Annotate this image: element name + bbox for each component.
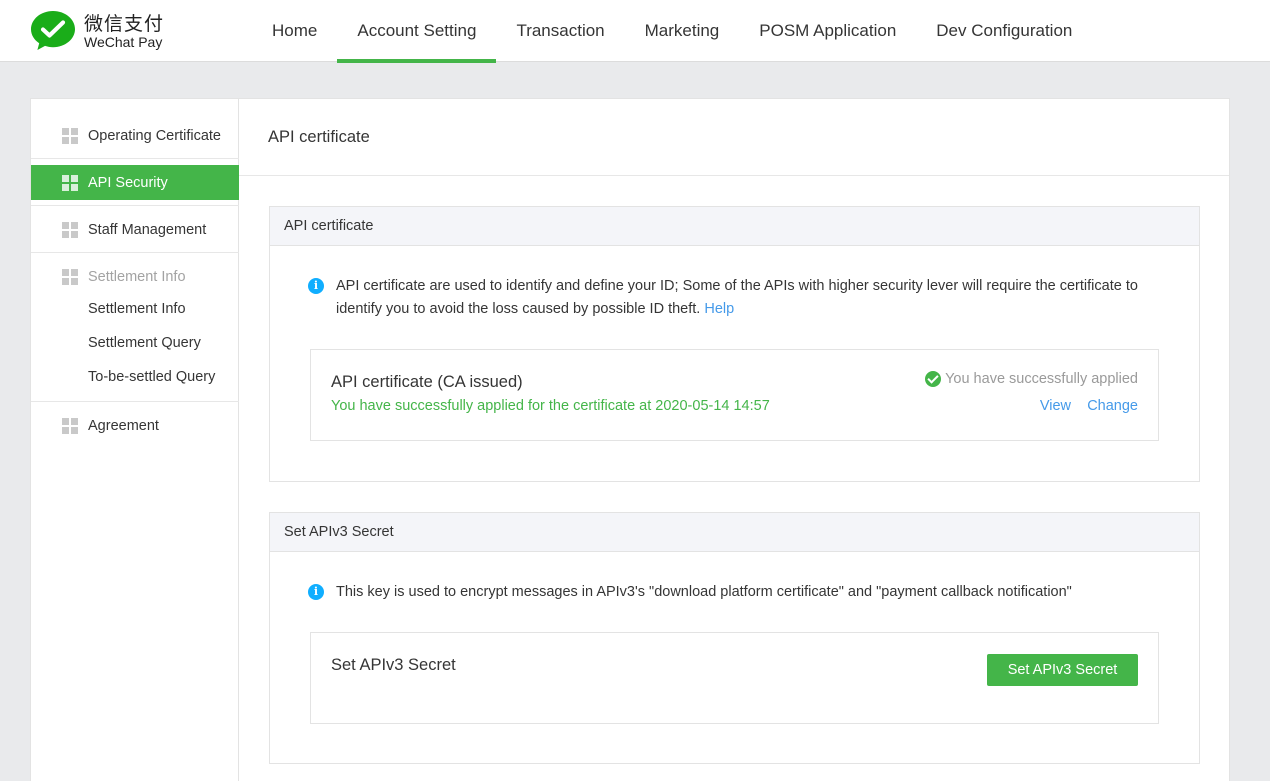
sidebar-item-agreement[interactable]: Agreement: [31, 408, 239, 443]
sidebar-item-label: Operating Certificate: [88, 127, 221, 144]
nav-dev-configuration[interactable]: Dev Configuration: [916, 0, 1092, 62]
sidebar-subitem-settlement-query[interactable]: Settlement Query: [88, 335, 201, 351]
nav-posm-application[interactable]: POSM Application: [739, 0, 916, 62]
sidebar-item-staff-management[interactable]: Staff Management: [31, 212, 239, 247]
sidebar-divider: [31, 205, 239, 206]
logo-cn-text: 微信支付: [84, 13, 165, 35]
info-notice: i API certificate are used to identify a…: [308, 275, 1170, 321]
card-header: API certificate: [270, 207, 1199, 246]
certificate-applied-text: You have successfully applied for the ce…: [331, 398, 770, 414]
apiv3-secret-box: Set APIv3 Secret Set APIv3 Secret: [310, 632, 1159, 724]
grid-icon: [62, 268, 78, 285]
nav-account-setting[interactable]: Account Setting: [337, 0, 497, 63]
wechat-pay-logo[interactable]: 微信支付 WeChat Pay: [30, 9, 170, 53]
sidebar-group-settlement-info: Settlement Info: [31, 259, 239, 294]
sidebar-subitem-to-be-settled-query[interactable]: To-be-settled Query: [88, 369, 215, 385]
title-divider: [239, 175, 1229, 176]
check-circle-icon: [925, 371, 942, 387]
status-badge: You have successfully applied: [925, 371, 1138, 387]
main-panel: API certificate API certificate i API ce…: [239, 98, 1230, 781]
change-link[interactable]: Change: [1087, 398, 1138, 414]
sidebar-group-label: Settlement Info: [88, 268, 186, 285]
box-title: API certificate (CA issued): [331, 373, 523, 391]
sidebar-item-operating-certificate[interactable]: Operating Certificate: [31, 118, 239, 153]
info-icon: i: [308, 278, 324, 294]
set-apiv3-secret-button[interactable]: Set APIv3 Secret: [987, 654, 1138, 686]
info-text: API certificate are used to identify and…: [336, 278, 1138, 317]
top-header: 微信支付 WeChat Pay Home Account Setting Tra…: [0, 0, 1270, 63]
help-link[interactable]: Help: [704, 301, 734, 317]
info-text: This key is used to encrypt messages in …: [336, 584, 1072, 600]
sidebar-item-label: Agreement: [88, 417, 159, 434]
sidebar-item-label: Staff Management: [88, 221, 207, 238]
nav-transaction[interactable]: Transaction: [496, 0, 624, 62]
sidebar-item-api-security[interactable]: API Security: [31, 165, 239, 200]
sidebar-divider: [31, 158, 239, 159]
info-text-block: This key is used to encrypt messages in …: [310, 581, 1170, 604]
info-icon: i: [308, 584, 324, 600]
sidebar: Operating Certificate API Security Staff…: [30, 98, 239, 781]
info-notice: i This key is used to encrypt messages i…: [308, 581, 1170, 604]
sidebar-divider: [31, 252, 239, 253]
grid-icon: [62, 127, 78, 144]
sidebar-item-label: API Security: [88, 174, 168, 191]
card-header: Set APIv3 Secret: [270, 513, 1199, 552]
wechat-logo-icon: [31, 11, 75, 50]
top-nav: Home Account Setting Transaction Marketi…: [252, 0, 1092, 63]
sidebar-subitem-settlement-info[interactable]: Settlement Info: [88, 301, 186, 317]
box-title: Set APIv3 Secret: [331, 656, 456, 674]
api-certificate-card: API certificate i API certificate are us…: [269, 206, 1200, 482]
api-certificate-box: API certificate (CA issued) You have suc…: [310, 349, 1159, 441]
info-text-block: API certificate are used to identify and…: [310, 275, 1170, 321]
sidebar-divider: [31, 401, 239, 402]
nav-home[interactable]: Home: [252, 0, 337, 62]
grid-icon: [62, 417, 78, 434]
page-title: API certificate: [268, 128, 370, 146]
grid-icon: [62, 174, 78, 191]
apiv3-secret-card: Set APIv3 Secret i This key is used to e…: [269, 512, 1200, 764]
view-link[interactable]: View: [1040, 398, 1071, 414]
logo-en-text: WeChat Pay: [84, 34, 163, 50]
grid-icon: [62, 221, 78, 238]
nav-marketing[interactable]: Marketing: [625, 0, 740, 62]
status-text: You have successfully applied: [945, 371, 1138, 387]
